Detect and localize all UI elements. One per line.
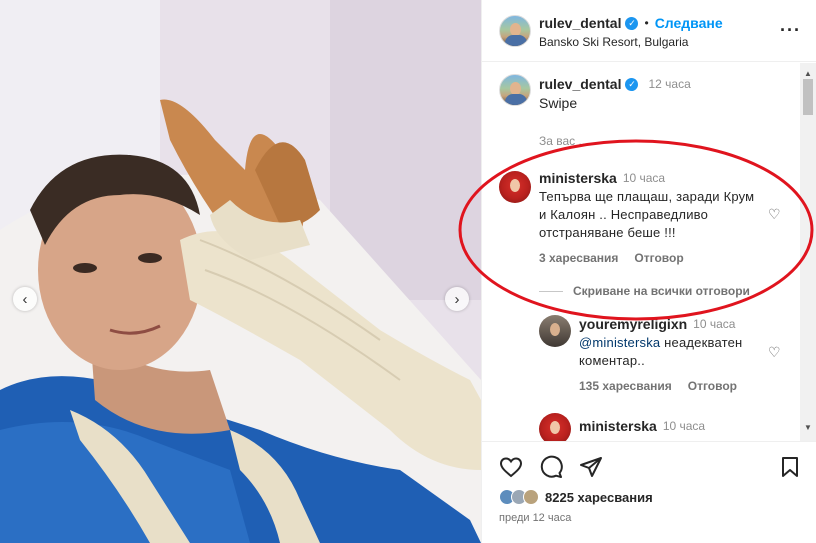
like-reply-heart-icon[interactable]: ♡ — [768, 344, 781, 361]
commenter-avatar[interactable] — [499, 171, 531, 203]
comment-username[interactable]: ministerska — [539, 170, 617, 186]
reply-time: 10 часа — [693, 317, 736, 331]
post-timestamp[interactable]: преди 12 часа — [499, 512, 571, 524]
comments-list[interactable]: rulev_dental ✓ 12 часа Swipe За вас ... … — [482, 63, 816, 441]
like-heart-icon[interactable] — [498, 454, 524, 480]
mention-link[interactable]: @ministerska — [579, 335, 660, 350]
previous-photo-button[interactable]: ‹ — [13, 287, 37, 311]
comment-likes[interactable]: 3 харесвания — [539, 251, 618, 265]
verified-badge-icon: ✓ — [625, 77, 639, 91]
reply-header: ministerska 10 часа — [579, 418, 705, 434]
follow-button[interactable]: Следване — [655, 15, 723, 31]
author-avatar[interactable] — [499, 15, 531, 47]
hide-replies-label: Скриване на всички отговори — [573, 284, 750, 298]
caption-text: Swipe — [539, 95, 578, 111]
for-you-label: За вас ... — [539, 134, 589, 148]
reply-header: youremyreligixn 10 часа — [579, 316, 735, 332]
reply-meta: 135 харесвания Отговор — [579, 379, 737, 393]
reply-reply-button[interactable]: Отговор — [688, 379, 737, 393]
author-username[interactable]: rulev_dental — [539, 15, 621, 31]
reply-likes[interactable]: 135 харесвания — [579, 379, 672, 393]
comment-time: 10 часа — [622, 171, 666, 185]
replies-divider — [539, 290, 563, 292]
scroll-up-arrow-icon[interactable]: ▲ — [804, 69, 812, 78]
reply-avatar[interactable] — [539, 315, 571, 347]
comment-header: ministerska 10 часа — [539, 170, 665, 186]
likes-row[interactable]: 8225 харесвания — [499, 489, 653, 505]
reply-button[interactable]: Отговор — [634, 251, 683, 265]
separator-dot: • — [644, 16, 649, 30]
caption-author-avatar[interactable] — [499, 74, 531, 106]
caption-time: 12 часа — [648, 77, 691, 91]
liker-avatars — [499, 489, 539, 505]
reply-avatar[interactable] — [539, 413, 571, 441]
scrollbar-thumb[interactable] — [803, 79, 813, 115]
author-line: rulev_dental ✓ • Следване — [539, 15, 723, 31]
comment-text: Тепърва ще плащаш, заради Крум и Калоян … — [539, 189, 755, 240]
reply-time: 10 часа — [662, 419, 706, 433]
comment-bubble-icon[interactable] — [538, 454, 564, 480]
save-bookmark-icon[interactable] — [777, 454, 803, 480]
post-header: rulev_dental ✓ • Следване Bansko Ski Res… — [482, 0, 816, 62]
post-actions: 8225 харесвания преди 12 часа — [482, 441, 816, 543]
scroll-down-arrow-icon[interactable]: ▼ — [804, 423, 812, 432]
post-photo[interactable]: ‹ › — [0, 0, 481, 543]
liker-avatar — [523, 489, 539, 505]
verified-badge-icon: ✓ — [625, 16, 639, 30]
like-comment-heart-icon[interactable]: ♡ — [768, 206, 781, 223]
more-options-icon[interactable]: ··· — [780, 20, 801, 41]
reply-username[interactable]: youremyreligixn — [579, 316, 687, 332]
hide-replies-button[interactable]: Скриване на всички отговори — [539, 284, 750, 298]
likes-count[interactable]: 8225 харесвания — [545, 490, 653, 505]
next-photo-button[interactable]: › — [445, 287, 469, 311]
reply-username[interactable]: ministerska — [579, 418, 657, 434]
caption-author-username[interactable]: rulev_dental — [539, 76, 621, 92]
share-paper-plane-icon[interactable] — [578, 454, 604, 480]
post-side-panel: rulev_dental ✓ • Следване Bansko Ski Res… — [481, 0, 816, 543]
comments-scrollbar[interactable]: ▲ ▼ — [800, 63, 816, 441]
reply-text: @ministerska неадекватен коментар.. — [579, 334, 764, 370]
comment-meta: 3 харесвания Отговор — [539, 251, 684, 265]
selfie-image — [0, 0, 481, 543]
post-location[interactable]: Bansko Ski Resort, Bulgaria — [539, 35, 688, 49]
caption-author-line: rulev_dental ✓ 12 часа — [539, 76, 691, 92]
